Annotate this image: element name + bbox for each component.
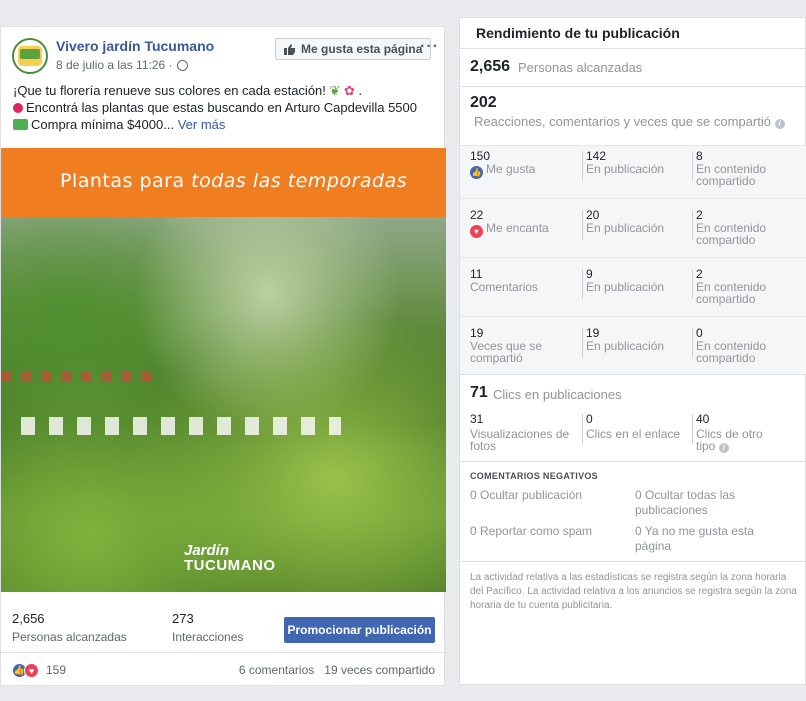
reach-label: Personas alcanzadas [12,630,127,644]
divider [460,461,806,462]
likes-shared-label: En contenido compartido [696,162,767,188]
loves-on-post-value: 20 [586,208,600,222]
shares-on-post-value: 19 [586,326,600,340]
reactions-count[interactable]: 159 [46,663,66,677]
shares-count-link[interactable]: 19 veces compartido [324,663,435,677]
timezone-disclaimer: La actividad relativa a las estadísticas… [470,572,797,611]
thumbs-up-icon [284,43,295,55]
post-card: Vivero jardín Tucumano 8 de julio a las … [0,26,446,687]
love-reaction-icon: ♥ [24,663,39,678]
divider [460,86,806,87]
post-performance-panel: Rendimiento de tu publicación 2,656 Pers… [459,17,806,685]
loves-shared-label: En contenido compartido [696,221,767,247]
like-page-label: Me gusta esta página [301,42,423,56]
photo-views-value: 31 [470,412,484,426]
post-stats: 2,656 Personas alcanzadas 273 Interaccio… [1,593,446,653]
interactions-value: 273 [172,611,194,626]
panel-reach-label: Personas alcanzadas [518,60,643,75]
hide-post-stat: 0 Ocultar publicación [470,488,583,502]
post-text-line3: Compra mínima $4000... [31,117,175,132]
banner-text-italic: todas las temporadas [191,170,408,192]
other-clicks-value: 40 [696,412,710,426]
comments-count-link[interactable]: 6 comentarios [239,663,314,677]
shares-value: 19 [470,326,484,340]
divider [460,48,806,49]
hide-all-posts-stat: 0 Ocultar todas las publicaciones [635,488,736,517]
shares-shared-value: 0 [696,326,703,340]
panel-reach-value: 2,656 [470,58,511,75]
link-clicks-value: 0 [586,412,593,426]
comments-value: 11 [470,267,483,281]
reactions-breakdown: 150 👍 Me gusta 142 En publicación 8 En co… [460,145,806,374]
comments-label: Comentarios [470,280,539,294]
loves-label: Me encanta [486,221,549,235]
sprout-icon: ❦ [325,83,341,98]
post-text: ¡Que tu florería renueve sus colores en … [13,83,417,132]
love-icon: ♥ [470,225,483,238]
post-footer: 👍 ♥ 159 6 comentarios 19 veces compartid… [1,653,446,687]
reactions-icons[interactable]: 👍 ♥ [12,663,39,678]
post-text-line2: Encontrá las plantas que estas buscando … [26,100,417,115]
post-text-line1: ¡Que tu florería renueve sus colores en … [13,83,326,98]
plants-photo [1,217,446,592]
image-banner: Plantas para todas las temporadas [1,148,446,217]
page-avatar[interactable] [12,38,48,74]
interactions-label: Interacciones [172,630,244,644]
more-options-icon[interactable]: ··· [420,38,439,56]
pin-icon [13,103,23,113]
post-meta: 8 de julio a las 11:26 · [56,58,188,72]
likes-label: Me gusta [486,162,536,176]
likes-shared-value: 8 [696,149,703,163]
divider [460,374,806,375]
banner-text-plain: Plantas para [60,170,192,192]
jardin-tucumano-logo: Jardín TUCUMANO [184,542,276,574]
like-icon: 👍 [470,166,483,179]
engagement-value: 202 [470,94,497,111]
link-clicks-label: Clics en el enlace [586,427,681,441]
comments-shared-label: En contenido compartido [696,280,767,306]
post-image[interactable]: Plantas para todas las temporadas Jardín… [1,148,446,592]
shares-on-post-label: En publicación [586,339,665,353]
loves-shared-value: 2 [696,208,703,222]
promote-post-button[interactable]: Promocionar publicación [284,617,435,643]
unlike-page-stat: 0 Ya no me gusta esta página [635,524,754,553]
info-icon[interactable]: i [774,119,785,129]
comments-on-post-label: En publicación [586,280,665,294]
tulip-icon: ✿ [340,83,355,98]
money-icon [13,119,28,130]
globe-icon [176,59,188,71]
negative-feedback-header: COMENTARIOS NEGATIVOS [470,471,598,481]
likes-value: 150 [470,149,491,163]
likes-on-post-value: 142 [586,149,607,163]
page-name-link[interactable]: Vivero jardín Tucumano [56,38,214,54]
divider [460,561,806,562]
comments-on-post-value: 9 [586,267,593,281]
loves-on-post-label: En publicación [586,221,665,235]
shares-shared-label: En contenido compartido [696,339,767,365]
reach-value: 2,656 [12,611,45,626]
engagement-label: Reacciones, comentarios y veces que se c… [474,114,771,129]
clicks-label: Clics en publicaciones [493,387,622,402]
like-page-button[interactable]: Me gusta esta página [275,38,432,60]
post-timestamp[interactable]: 8 de julio a las 11:26 · [56,58,173,72]
info-icon[interactable]: i [718,443,729,453]
post-header: Vivero jardín Tucumano 8 de julio a las … [1,27,444,74]
other-clicks-label: Clics de otro tipo i [696,427,763,453]
comments-shared-value: 2 [696,267,703,281]
shares-label: Veces que se compartió [470,339,543,365]
likes-on-post-label: En publicación [586,162,665,176]
loves-value: 22 [470,208,484,222]
see-more-link[interactable]: Ver más [178,117,226,132]
panel-title: Rendimiento de tu publicación [476,25,680,41]
report-spam-stat: 0 Reportar como spam [470,524,593,538]
photo-views-label: Visualizaciones de fotos [470,427,570,453]
clicks-value: 71 [470,384,488,401]
